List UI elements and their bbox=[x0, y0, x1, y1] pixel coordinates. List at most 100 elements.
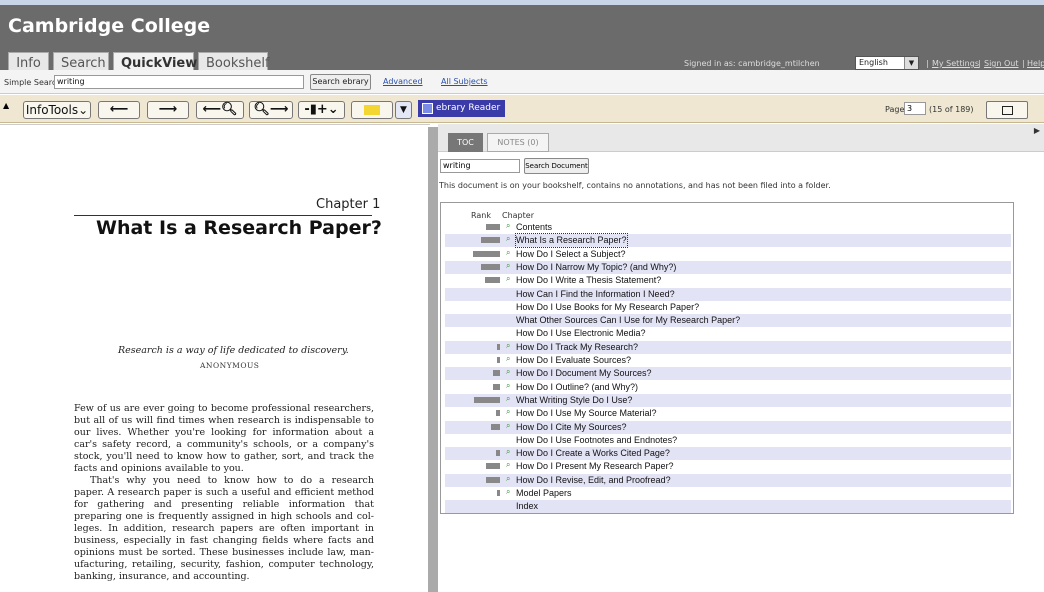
search-hit-icon: ⌕ bbox=[506, 221, 511, 230]
toc-row[interactable]: What Other Sources Can I Use for My Rese… bbox=[445, 314, 1011, 328]
toc-row[interactable]: How Do I Use Footnotes and Endnotes? bbox=[445, 434, 1011, 447]
rank-bar bbox=[491, 423, 500, 430]
toc-panel: TOC NOTES (0) ▶ writing Search Document … bbox=[438, 124, 1044, 592]
chevron-down-icon: ⌄ bbox=[78, 103, 89, 117]
toc-row[interactable]: ⌕ How Do I Select a Subject? bbox=[445, 248, 1011, 261]
body-line: car's safety record, a community's schoo… bbox=[74, 439, 374, 450]
toc-chapter-link[interactable]: Model Papers bbox=[516, 487, 572, 500]
toc-chapter-link[interactable]: How Do I Revise, Edit, and Proofread? bbox=[516, 474, 671, 487]
toc-chapter-link[interactable]: What Is a Research Paper? bbox=[515, 233, 628, 249]
reader-toolbar: ▲ InfoTools⌄ ⟵ ⟶ ⟵🔍︎ 🔍︎⟶ -▮+⌄ ▼ ebrary R… bbox=[0, 95, 1044, 123]
toc-row[interactable]: ⌕ What Writing Style Do I Use? bbox=[445, 393, 1011, 407]
institution-title: Cambridge College bbox=[8, 15, 211, 37]
toc-chapter-link[interactable]: How Do I Evaluate Sources? bbox=[516, 354, 631, 367]
search-hit-icon: ⌕ bbox=[506, 380, 511, 390]
toc-row[interactable]: ⌕ Model Papers bbox=[445, 487, 1011, 500]
help-link[interactable]: Help bbox=[1027, 59, 1044, 68]
search-hit-icon: ⌕ bbox=[506, 407, 511, 417]
toc-row[interactable]: ⌕ How Do I Revise, Edit, and Proofread? bbox=[445, 473, 1011, 487]
toc-row[interactable]: Index bbox=[445, 500, 1011, 514]
tab-toc[interactable]: TOC bbox=[448, 133, 483, 152]
toc-chapter-link[interactable]: What Writing Style Do I Use? bbox=[516, 394, 632, 407]
rank-bar bbox=[486, 463, 500, 470]
chevron-down-icon: ▼ bbox=[904, 57, 918, 69]
rank-bar bbox=[497, 343, 500, 350]
document-search-input[interactable]: writing bbox=[440, 159, 520, 173]
toc-chapter-link[interactable]: How Do I Present My Research Paper? bbox=[516, 460, 674, 473]
toc-row[interactable]: ⌕ How Do I Use My Source Material? bbox=[445, 407, 1011, 420]
chapter-title: What Is a Research Paper? bbox=[96, 217, 382, 239]
toc-chapter-link[interactable]: How Can I Find the Information I Need? bbox=[516, 288, 675, 301]
collapse-up-icon[interactable]: ▲ bbox=[3, 101, 9, 110]
toc-chapter-link[interactable]: How Do I Outline? (and Why?) bbox=[516, 381, 638, 394]
expand-right-icon[interactable]: ▶ bbox=[1034, 126, 1040, 135]
infotools-button[interactable]: InfoTools⌄ bbox=[23, 101, 91, 119]
search-hit-icon: ⌕ bbox=[506, 487, 511, 496]
document-view[interactable]: Chapter 1 What Is a Research Paper? Rese… bbox=[0, 124, 430, 592]
previous-page-button[interactable]: ⟵ bbox=[98, 101, 140, 119]
toc-row[interactable]: ⌕ How Do I Narrow My Topic? (and Why?) bbox=[445, 260, 1011, 274]
toc-chapter-link[interactable]: How Do I Use My Source Material? bbox=[516, 407, 657, 420]
search-document-button[interactable]: Search Document bbox=[524, 158, 589, 174]
body-line: for gathering and presenting reliable in… bbox=[74, 499, 374, 510]
next-search-hit-button[interactable]: 🔍︎⟶ bbox=[249, 101, 293, 119]
sign-out-link[interactable]: Sign Out bbox=[984, 59, 1019, 68]
toc-chapter-link[interactable]: How Do I Cite My Sources? bbox=[516, 421, 627, 434]
pane-splitter[interactable] bbox=[428, 127, 438, 592]
toc-row[interactable]: ⌕ How Do I Write a Thesis Statement? bbox=[445, 274, 1011, 287]
rank-bar bbox=[486, 476, 500, 483]
body-line: banking, insurance, and accounting. bbox=[74, 571, 250, 582]
highlighter-icon bbox=[364, 104, 380, 115]
toc-row[interactable]: ⌕ How Do I Cite My Sources? bbox=[445, 420, 1011, 434]
toc-row[interactable]: How Do I Use Books for My Research Paper… bbox=[445, 301, 1011, 314]
toc-row[interactable]: How Can I Find the Information I Need? bbox=[445, 287, 1011, 301]
all-subjects-link[interactable]: All Subjects bbox=[441, 77, 488, 86]
toc-chapter-link[interactable]: Contents bbox=[516, 221, 552, 234]
search-ebrary-button[interactable]: Search ebrary bbox=[310, 74, 371, 90]
toc-row[interactable]: How Do I Use Electronic Media? bbox=[445, 327, 1011, 340]
search-next-icon: 🔍︎⟶ bbox=[253, 102, 289, 117]
chapter-rule bbox=[74, 215, 372, 216]
next-page-button[interactable]: ⟶ bbox=[147, 101, 189, 119]
rank-bar bbox=[481, 263, 500, 270]
search-hit-icon: ⌕ bbox=[506, 260, 511, 270]
arrow-right-icon: ⟶ bbox=[158, 102, 178, 117]
page-number-input[interactable]: 3 bbox=[904, 102, 926, 115]
previous-search-hit-button[interactable]: ⟵🔍︎ bbox=[196, 101, 244, 119]
toc-chapter-link[interactable]: Index bbox=[516, 500, 538, 513]
body-line: leges. In addition, research papers are … bbox=[74, 523, 374, 534]
toc-chapter-link[interactable]: How Do I Write a Thesis Statement? bbox=[516, 274, 661, 287]
toc-chapter-link[interactable]: How Do I Select a Subject? bbox=[516, 248, 626, 261]
body-line: That's why you need to know how to do a … bbox=[90, 475, 374, 486]
toc-row[interactable]: ⌕ How Do I Track My Research? bbox=[445, 340, 1011, 354]
toc-row[interactable]: ⌕ What Is a Research Paper? bbox=[445, 233, 1011, 249]
highlight-button[interactable] bbox=[351, 101, 393, 119]
advanced-search-link[interactable]: Advanced bbox=[383, 77, 423, 86]
rank-bar bbox=[497, 490, 500, 496]
tab-notes[interactable]: NOTES (0) bbox=[487, 133, 549, 152]
toc-row[interactable]: ⌕ How Do I Evaluate Sources? bbox=[445, 354, 1011, 367]
toc-chapter-link[interactable]: How Do I Use Books for My Research Paper… bbox=[516, 301, 699, 314]
toc-chapter-link[interactable]: How Do I Track My Research? bbox=[516, 341, 638, 354]
toc-chapter-link[interactable]: How Do I Create a Works Cited Page? bbox=[516, 447, 670, 460]
simple-search-input[interactable]: writing bbox=[54, 75, 304, 89]
fit-page-button[interactable] bbox=[986, 101, 1028, 119]
infotools-label: InfoTools bbox=[25, 103, 79, 117]
toc-row[interactable]: ⌕ How Do I Outline? (and Why?) bbox=[445, 381, 1011, 394]
toc-row[interactable]: ⌕ How Do I Create a Works Cited Page? bbox=[445, 447, 1011, 461]
toc-row[interactable]: ⌕ How Do I Present My Research Paper? bbox=[445, 460, 1011, 473]
toc-chapter-link[interactable]: How Do I Use Electronic Media? bbox=[516, 327, 646, 340]
toc-chapter-link[interactable]: How Do I Document My Sources? bbox=[516, 367, 652, 380]
highlight-options-button[interactable]: ▼ bbox=[395, 101, 412, 119]
my-settings-link[interactable]: My Settings bbox=[932, 59, 979, 68]
ebrary-reader-button[interactable]: ebrary Reader bbox=[418, 100, 505, 117]
toc-row[interactable]: ⌕ Contents bbox=[445, 221, 1011, 234]
toc-chapter-link[interactable]: How Do I Narrow My Topic? (and Why?) bbox=[516, 261, 676, 274]
add-bookmark-button[interactable]: -▮+⌄ bbox=[298, 101, 345, 119]
toc-row[interactable]: ⌕ How Do I Document My Sources? bbox=[445, 367, 1011, 381]
toc-chapter-link[interactable]: What Other Sources Can I Use for My Rese… bbox=[516, 314, 740, 327]
body-line: ufacturing, retailing, security, fashion… bbox=[74, 559, 374, 570]
toc-chapter-link[interactable]: How Do I Use Footnotes and Endnotes? bbox=[516, 434, 677, 447]
language-select[interactable]: English ▼ bbox=[855, 56, 919, 70]
body-line: facts and opinions available to you. bbox=[74, 463, 244, 474]
